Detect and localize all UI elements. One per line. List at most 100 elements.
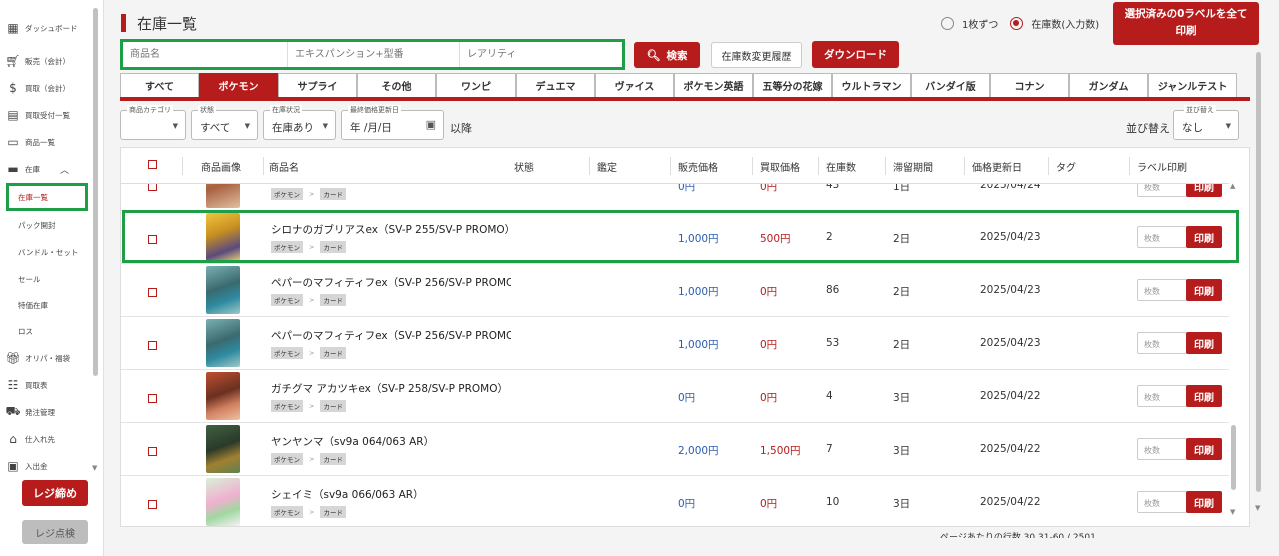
price-date-input[interactable]: 最終価格更新日 年 /月/日 ▣ xyxy=(341,105,444,140)
row-checkbox[interactable] xyxy=(148,394,157,403)
genre-tabs: すべて ポケモン サプライ その他 ワンピ デュエマ ヴァイス ポケモン英語 五… xyxy=(120,73,1250,101)
sidebar-item-purchase-list[interactable]: ▤ 買取受付一覧 xyxy=(6,104,90,126)
row-checkbox[interactable] xyxy=(148,500,157,509)
col-buy-price[interactable]: 買取価格 xyxy=(760,159,800,174)
print-button[interactable]: 印刷 xyxy=(1186,279,1222,301)
print-button[interactable]: 印刷 xyxy=(1186,226,1222,248)
chevron-up-icon: ︿ xyxy=(60,165,70,176)
table-row[interactable]: シェイミ（sv9a 066/063 AR） ポケモン > カード 0円 0円 10 … xyxy=(121,476,1229,526)
reji-close-button[interactable]: レジ締め xyxy=(22,480,88,506)
col-name[interactable]: 商品名 xyxy=(269,159,299,174)
sidebar-item-loss[interactable]: ロス xyxy=(18,320,102,342)
tab-pokemon[interactable]: ポケモン xyxy=(199,73,278,97)
table-row[interactable]: ペパーのマフィティフex（SV-P 256/SV-P PROMO） ポケモン > カ… xyxy=(121,264,1229,317)
sidebar-item-oripa[interactable]: 🎁︎ オリパ・福袋 xyxy=(5,347,90,369)
page-scrollbar[interactable]: ▼ xyxy=(1254,52,1264,522)
table-row[interactable]: シロナのガブリアスex（SV-P 255/SV-P PROMO） ポケモン > カー… xyxy=(121,211,1229,264)
print-button[interactable]: 印刷 xyxy=(1186,385,1222,407)
sidebar-item-sales[interactable]: 🛒︎ 販売（会計） xyxy=(5,50,90,72)
row-checkbox[interactable] xyxy=(148,447,157,456)
qty-input[interactable]: 枚数 xyxy=(1137,279,1187,301)
sidebar-scroll-thumb[interactable] xyxy=(93,8,98,376)
table-row[interactable]: ガチグマ アカツキex（SV-P 258/SV-P PROMO） ポケモン > カー… xyxy=(121,370,1229,423)
sell-price: 0円 xyxy=(678,392,696,404)
category-path: ポケモン > カード xyxy=(271,294,346,306)
sidebar-item-purchase[interactable]: $ 買取（会計） xyxy=(6,77,90,99)
qty-input[interactable]: 枚数 xyxy=(1137,332,1187,354)
radio-one-each[interactable] xyxy=(941,17,954,30)
qty-input[interactable]: 枚数 xyxy=(1137,226,1187,248)
col-updated[interactable]: 価格更新日 xyxy=(972,159,1022,174)
row-checkbox[interactable] xyxy=(148,235,157,244)
col-stock[interactable]: 在庫数 xyxy=(826,159,856,174)
tab-gotoubun[interactable]: 五等分の花嫁 xyxy=(753,73,832,97)
qty-input[interactable]: 枚数 xyxy=(1137,438,1187,460)
stock-history-button[interactable]: 在庫数変更履歴 xyxy=(711,42,802,68)
page-scroll-thumb[interactable] xyxy=(1256,52,1261,492)
search-button[interactable]: 🔍︎ 検索 xyxy=(634,42,700,68)
reji-check-button[interactable]: レジ点検 xyxy=(22,520,88,544)
sidebar-item-bundle[interactable]: バンドル・セット xyxy=(18,241,102,263)
expansion-input[interactable] xyxy=(288,42,459,67)
col-sell-price[interactable]: 販売価格 xyxy=(678,159,718,174)
sidebar-item-sale[interactable]: セール xyxy=(18,268,102,290)
tab-genre-test[interactable]: ジャンルテスト xyxy=(1148,73,1237,97)
qty-input[interactable]: 枚数 xyxy=(1137,385,1187,407)
col-tag[interactable]: タグ xyxy=(1056,159,1076,174)
col-period[interactable]: 滞留期間 xyxy=(893,159,933,174)
product-name: ガチグマ アカツキex（SV-P 258/SV-P PROMO） xyxy=(271,383,509,395)
tab-duelma[interactable]: デュエマ xyxy=(516,73,595,97)
tab-other[interactable]: その他 xyxy=(357,73,436,97)
calendar-icon[interactable]: ▣ xyxy=(426,118,436,131)
stock-status-select[interactable]: 在庫状況 在庫あり ▼ xyxy=(263,105,336,140)
sort-select[interactable]: 並び替え なし ▼ xyxy=(1173,105,1239,140)
sidebar-item-cash[interactable]: ▣ 入出金 xyxy=(6,455,90,477)
sidebar-item-dashboard[interactable]: ▦ ダッシュボード xyxy=(6,17,90,39)
download-button[interactable]: ダウンロード xyxy=(812,41,899,68)
tab-bandai[interactable]: バンダイ版 xyxy=(911,73,990,97)
sidebar-scrollbar[interactable]: ▼ xyxy=(92,4,98,474)
sidebar-item-stock[interactable]: ▬ 在庫 ︿ xyxy=(6,158,90,180)
status-select[interactable]: 状態 すべて ▼ xyxy=(191,105,258,140)
sidebar-item-orders[interactable]: ⛟ 発注管理 xyxy=(5,401,90,423)
tab-pokemon-english[interactable]: ポケモン英語 xyxy=(674,73,753,97)
sidebar-item-pack-open[interactable]: パック開封 xyxy=(18,214,102,236)
row-checkbox[interactable] xyxy=(148,341,157,350)
tab-conan[interactable]: コナン xyxy=(990,73,1069,97)
table-scroll-thumb[interactable] xyxy=(1231,425,1236,490)
product-name-input[interactable] xyxy=(123,42,287,67)
rarity-input[interactable] xyxy=(460,42,622,67)
row-checkbox[interactable] xyxy=(148,288,157,297)
qty-input[interactable]: 枚数 xyxy=(1137,491,1187,513)
col-condition[interactable]: 状態 xyxy=(514,159,534,174)
sidebar-item-purchase-table[interactable]: ☷ 買取表 xyxy=(6,374,90,396)
table-row[interactable]: ヤンヤンマ（sv9a 064/063 AR） ポケモン > カード 2,000円 1… xyxy=(121,423,1229,476)
sidebar-item-stock-list[interactable]: 在庫一覧 xyxy=(6,183,88,211)
table-row[interactable]: ペパーのマフィティフex（SV-P 256/SV-P PROMO） ポケモン > カ… xyxy=(121,317,1229,370)
tab-supply[interactable]: サプライ xyxy=(278,73,357,97)
radio-stock-qty[interactable] xyxy=(1010,17,1024,30)
print-button[interactable]: 印刷 xyxy=(1186,491,1222,513)
tab-weiss[interactable]: ヴァイス xyxy=(595,73,674,97)
print-button[interactable]: 印刷 xyxy=(1186,332,1222,354)
print-button[interactable]: 印刷 xyxy=(1186,438,1222,460)
tab-onepiece[interactable]: ワンピ xyxy=(436,73,516,97)
bulk-print-button[interactable]: 選択済みの0ラベルを全て 印刷 xyxy=(1113,2,1259,45)
scroll-down-arrow-icon[interactable]: ▼ xyxy=(1230,508,1235,516)
sidebar-item-special-stock[interactable]: 特価在庫 xyxy=(18,294,102,316)
col-appraisal[interactable]: 鑑定 xyxy=(597,159,617,174)
tab-ultraman[interactable]: ウルトラマン xyxy=(832,73,911,97)
scroll-down-arrow-icon[interactable]: ▼ xyxy=(1255,504,1260,512)
sidebar-item-products[interactable]: ▭ 商品一覧 xyxy=(6,131,90,153)
tab-all[interactable]: すべて xyxy=(120,73,199,97)
stock-count: 10 xyxy=(826,496,840,508)
table-header: 商品画像 商品名 状態 鑑定 販売価格 買取価格 在庫数 滞留期間 価格更新日 … xyxy=(121,148,1229,184)
category-select[interactable]: 商品カテゴリ ▼ xyxy=(120,105,186,140)
scroll-up-arrow-icon[interactable]: ▲ xyxy=(1230,182,1235,190)
select-all-checkbox[interactable] xyxy=(148,160,157,169)
tab-gundam[interactable]: ガンダム xyxy=(1069,73,1148,97)
sidebar-item-suppliers[interactable]: ⌂ 仕入れ先 xyxy=(6,428,90,450)
dropdown-caret-icon: ▼ xyxy=(172,122,178,130)
scroll-down-arrow-icon[interactable]: ▼ xyxy=(92,464,97,472)
table-scrollbar[interactable]: ▲ ▼ xyxy=(1229,180,1239,520)
